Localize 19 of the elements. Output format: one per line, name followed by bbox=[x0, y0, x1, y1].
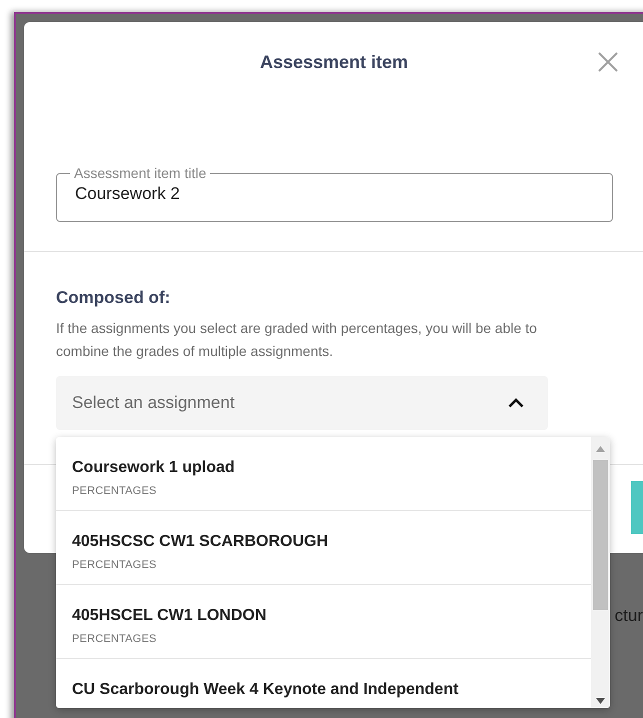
option-title: 405HSCEL CW1 LONDON bbox=[72, 607, 266, 625]
caret-icon bbox=[508, 398, 524, 408]
option-title: Coursework 1 upload bbox=[72, 459, 235, 477]
grading-type: PERCENTAGES bbox=[72, 485, 157, 497]
close-icon[interactable] bbox=[597, 51, 619, 73]
scrollbar-thumb[interactable] bbox=[593, 460, 608, 610]
page-text: ctur bbox=[614, 606, 643, 626]
scroll-up-icon[interactable] bbox=[596, 446, 605, 452]
grading-type: PERCENTAGES bbox=[72, 633, 157, 645]
scrollbar[interactable] bbox=[591, 437, 610, 708]
option-title: 405HSCSC CW1 SCARBOROUGH bbox=[72, 533, 328, 551]
assignment-select[interactable]: Select an assignment bbox=[56, 376, 548, 430]
section-heading: Composed of: bbox=[56, 288, 172, 308]
scroll-down-icon[interactable] bbox=[596, 698, 605, 704]
title-field[interactable]: Assessment item title Coursework 2 bbox=[56, 165, 613, 222]
grading-type: PERCENTAGES bbox=[72, 559, 157, 571]
section-description: If the assignments you select are graded with percentages, you will be able to combine the grades of multiple assignments. bbox=[56, 319, 538, 361]
dialog-title: Assessment item bbox=[260, 52, 408, 72]
option-title: CU Scarborough Week 4 Keynote and Independent bbox=[72, 681, 458, 699]
